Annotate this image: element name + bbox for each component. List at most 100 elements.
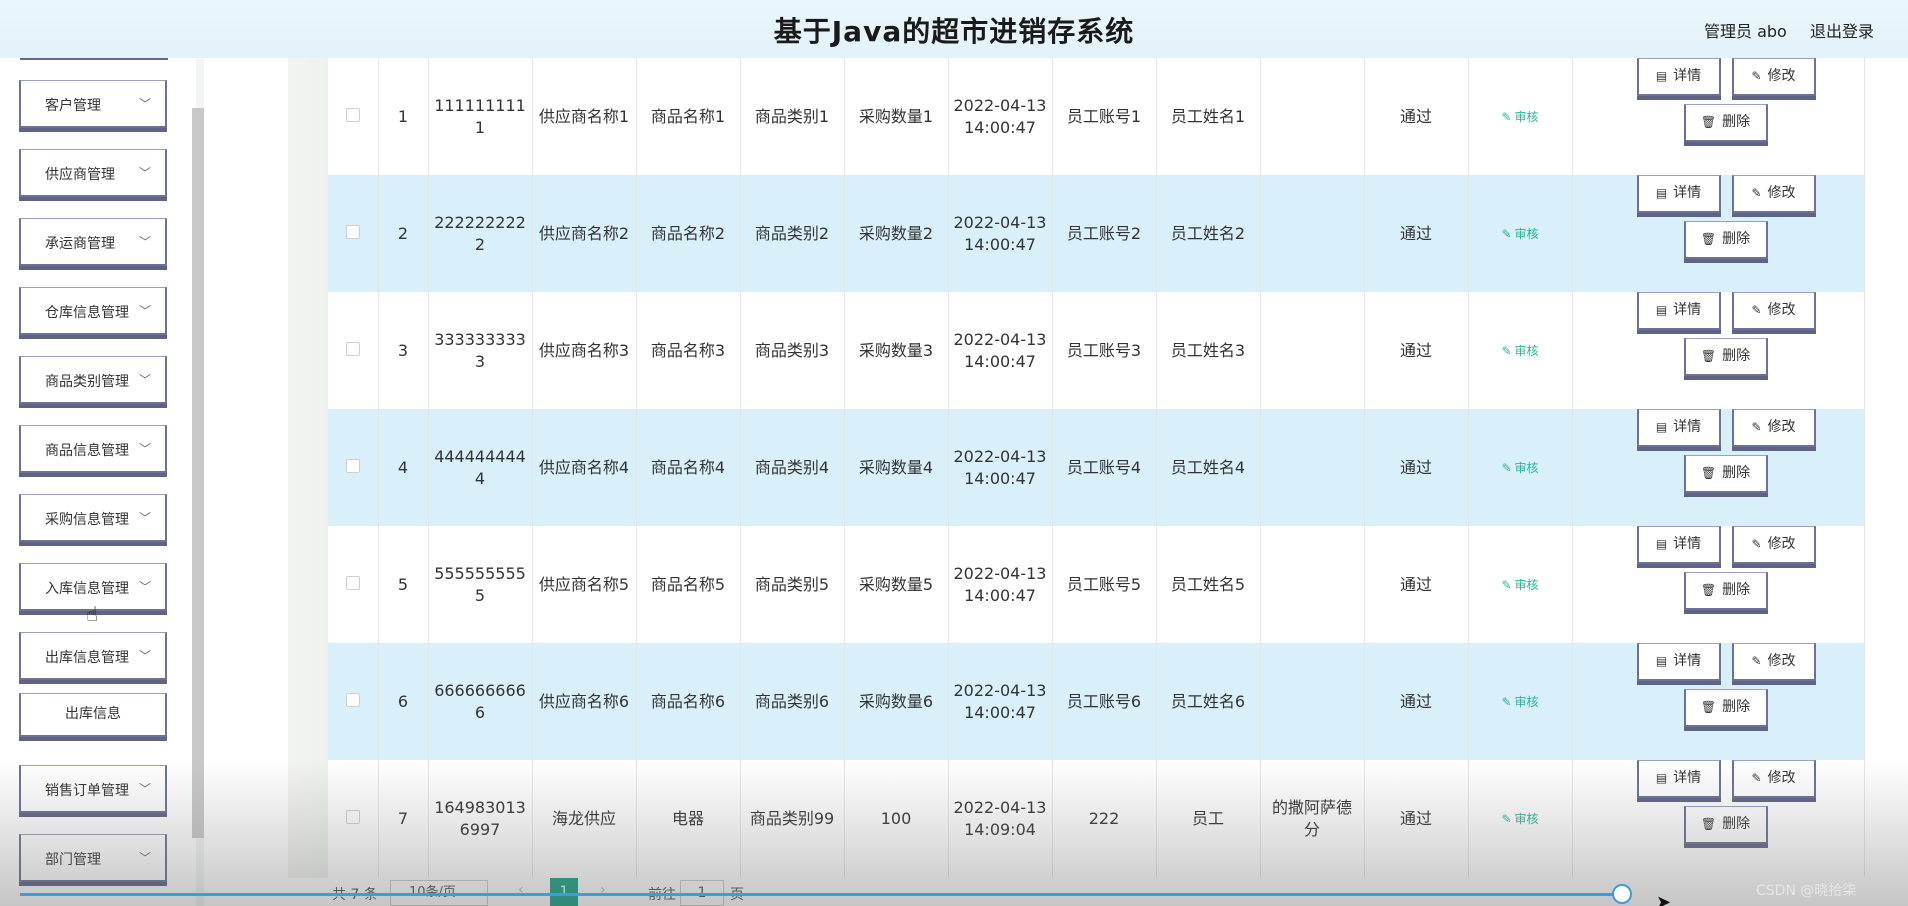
cell-qty: 100	[844, 760, 949, 877]
delete-button[interactable]: 🗑 删除	[1683, 455, 1768, 493]
edit-button[interactable]: ✎ 修改	[1731, 175, 1816, 213]
cell-account: 222	[1052, 760, 1157, 877]
delete-button[interactable]: 🗑 删除	[1683, 104, 1768, 142]
cell-qty: 采购数量6	[844, 643, 949, 760]
cell-category: 商品类别3	[740, 292, 845, 409]
edit-button[interactable]: ✎ 修改	[1731, 526, 1816, 564]
detail-button[interactable]: ▤ 详情	[1636, 760, 1721, 798]
edit-label: 修改	[1767, 419, 1796, 435]
edit-label: 修改	[1767, 770, 1796, 786]
audit-link[interactable]: ✎ 审核	[1501, 695, 1538, 709]
row-checkbox[interactable]	[345, 692, 360, 707]
edit-icon: ✎	[1501, 227, 1512, 241]
edit-button[interactable]: ✎ 修改	[1731, 760, 1816, 798]
audit-link[interactable]: ✎ 审核	[1501, 227, 1538, 241]
edit-icon: ✎	[1751, 69, 1762, 83]
table-row: 7 1649830136997 海龙供应 电器 商品类别99 100 2022-…	[328, 760, 1865, 877]
cell-qty: 采购数量1	[844, 58, 949, 175]
document-icon: ▤	[1655, 420, 1668, 434]
audit-link[interactable]: ✎ 审核	[1501, 578, 1538, 592]
sidebar-item-outbound[interactable]: 出库信息管理 ﹀	[19, 632, 167, 680]
delete-label: 删除	[1722, 465, 1751, 481]
audit-link[interactable]: ✎ 审核	[1501, 344, 1538, 358]
audit-label: 审核	[1514, 110, 1539, 124]
cell-supplier: 供应商名称4	[532, 409, 637, 526]
edit-button[interactable]: ✎ 修改	[1731, 292, 1816, 330]
audit-link[interactable]: ✎ 审核	[1501, 110, 1538, 124]
sidebar-item-customer[interactable]: 客户管理 ﹀	[19, 80, 167, 128]
row-checkbox[interactable]	[345, 458, 360, 473]
sidebar-item-label: 部门管理	[45, 852, 101, 868]
sidebar-item-warehouse[interactable]: 仓库信息管理 ﹀	[19, 287, 167, 335]
watermark-text: CSDN @晓拾柒	[1756, 883, 1857, 899]
cell-qty: 采购数量3	[844, 292, 949, 409]
document-icon: ▤	[1655, 186, 1668, 200]
sidebar-item-label: 入库信息管理	[45, 581, 129, 597]
detail-button[interactable]: ▤ 详情	[1636, 292, 1721, 330]
cell-name: 员工姓名3	[1156, 292, 1261, 409]
cell-product: 商品名称3	[636, 292, 741, 409]
chevron-down-icon: ﹀	[138, 97, 151, 111]
cell-product: 商品名称2	[636, 175, 741, 292]
sidebar-item-carrier[interactable]: 承运商管理 ﹀	[19, 218, 167, 266]
edit-label: 修改	[1767, 302, 1796, 318]
table-row: 6 6666666666 供应商名称6 商品名称6 商品类别6 采购数量6 20…	[328, 643, 1865, 760]
chevron-down-icon: ﹀	[138, 166, 151, 180]
sidebar-item-product-category[interactable]: 商品类别管理 ﹀	[19, 356, 167, 404]
chevron-down-icon: ﹀	[138, 235, 151, 249]
background-decoration	[288, 58, 328, 878]
audit-link[interactable]: ✎ 审核	[1501, 461, 1538, 475]
delete-button[interactable]: 🗑 删除	[1683, 572, 1768, 610]
cell-remark	[1260, 175, 1365, 292]
logout-link[interactable]: 退出登录	[1810, 18, 1874, 42]
sidebar-item-product-info[interactable]: 商品信息管理 ﹀	[19, 425, 167, 473]
sidebar-divider	[20, 58, 168, 60]
arrow-pointer-icon: ➤	[1656, 892, 1672, 906]
delete-button[interactable]: 🗑 删除	[1683, 806, 1768, 844]
cell-time: 2022-04-13 14:00:47	[948, 526, 1053, 643]
row-checkbox[interactable]	[345, 224, 360, 239]
hand-pointer-icon: ☝	[86, 602, 99, 626]
audit-link[interactable]: ✎ 审核	[1501, 812, 1538, 826]
row-checkbox[interactable]	[345, 107, 360, 122]
cell-account: 员工账号6	[1052, 643, 1157, 760]
delete-label: 删除	[1722, 114, 1751, 130]
sidebar-item-purchase[interactable]: 采购信息管理 ﹀	[19, 494, 167, 542]
cell-product: 电器	[636, 760, 741, 877]
row-checkbox[interactable]	[345, 809, 360, 824]
cell-status: 通过	[1364, 175, 1469, 292]
cell-product: 商品名称4	[636, 409, 741, 526]
edit-label: 修改	[1767, 653, 1796, 669]
trash-icon: 🗑	[1700, 232, 1717, 246]
cell-time: 2022-04-13 14:00:47	[948, 643, 1053, 760]
sidebar-scrollbar[interactable]	[192, 108, 204, 838]
delete-button[interactable]: 🗑 删除	[1683, 221, 1768, 259]
row-checkbox[interactable]	[345, 575, 360, 590]
detail-button[interactable]: ▤ 详情	[1636, 58, 1721, 96]
cell-time: 2022-04-13 14:09:04	[948, 760, 1053, 877]
edit-icon: ✎	[1751, 654, 1762, 668]
row-checkbox[interactable]	[345, 341, 360, 356]
cell-status: 通过	[1364, 409, 1469, 526]
progress-bar[interactable]	[20, 893, 1625, 896]
detail-button[interactable]: ▤ 详情	[1636, 643, 1721, 681]
delete-button[interactable]: 🗑 删除	[1683, 338, 1768, 376]
edit-icon: ✎	[1751, 771, 1762, 785]
chevron-down-icon: ﹀	[138, 511, 151, 525]
edit-button[interactable]: ✎ 修改	[1731, 58, 1816, 96]
sidebar-item-department[interactable]: 部门管理 ﹀	[19, 834, 167, 882]
progress-handle[interactable]	[1612, 884, 1632, 904]
sidebar-subitem-outbound-info[interactable]: 出库信息	[19, 693, 167, 737]
edit-button[interactable]: ✎ 修改	[1731, 409, 1816, 447]
sidebar-item-supplier[interactable]: 供应商管理 ﹀	[19, 149, 167, 197]
detail-button[interactable]: ▤ 详情	[1636, 409, 1721, 447]
audit-label: 审核	[1514, 344, 1539, 358]
current-page-button[interactable]: 1	[550, 878, 578, 906]
delete-button[interactable]: 🗑 删除	[1683, 689, 1768, 727]
sidebar-item-sales-order[interactable]: 销售订单管理 ﹀	[19, 765, 167, 813]
detail-button[interactable]: ▤ 详情	[1636, 175, 1721, 213]
detail-label: 详情	[1673, 302, 1702, 318]
edit-icon: ✎	[1501, 695, 1512, 709]
detail-button[interactable]: ▤ 详情	[1636, 526, 1721, 564]
edit-button[interactable]: ✎ 修改	[1731, 643, 1816, 681]
